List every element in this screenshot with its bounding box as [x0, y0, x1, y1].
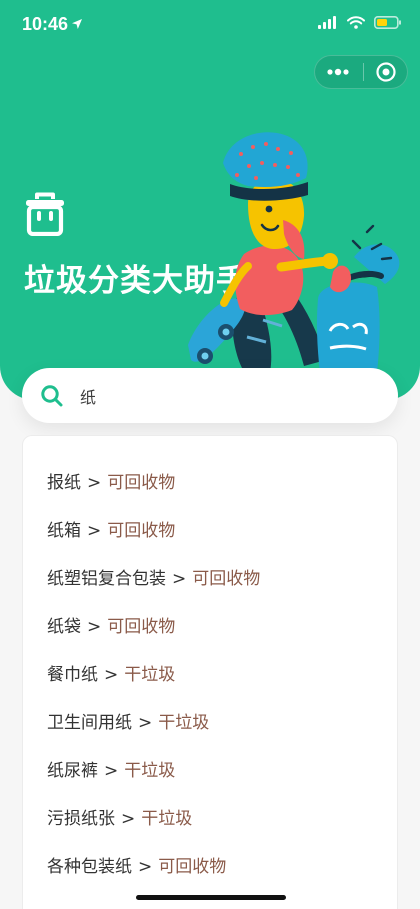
item-name: 报纸 [47, 473, 81, 493]
item-name: 纸袋 [47, 617, 81, 637]
item-name: 各种包装纸 [47, 857, 132, 877]
status-indicators [318, 16, 402, 29]
signal-icon [318, 16, 336, 29]
status-bar: 10:46 [0, 0, 420, 48]
item-category: 可回收物 [192, 569, 261, 589]
item-category: 干垃圾 [158, 713, 210, 733]
item-category: 可回收物 [107, 473, 176, 493]
separator: > [87, 617, 102, 637]
separator: > [172, 569, 187, 589]
item-category: 可回收物 [107, 617, 176, 637]
item-category: 干垃圾 [124, 761, 176, 781]
header-banner: 10:46 垃圾分类大助手 [0, 0, 420, 400]
item-name: 污损纸张 [47, 809, 115, 829]
item-name: 纸箱 [47, 521, 81, 541]
mini-program-capsule [314, 55, 408, 89]
search-bar[interactable] [22, 368, 398, 423]
item-category: 可回收物 [158, 857, 227, 877]
item-name: 纸塑铝复合包装 [47, 569, 166, 589]
separator: > [87, 521, 102, 541]
more-icon[interactable] [325, 65, 351, 79]
separator: > [121, 809, 136, 829]
result-item[interactable]: 纸袋 > 可回收物 [47, 606, 397, 654]
result-item[interactable]: 纸箱 > 可回收物 [47, 510, 397, 558]
wifi-icon [347, 16, 365, 29]
result-item[interactable]: 各种包装纸 > 可回收物 [47, 846, 397, 894]
separator: > [138, 857, 153, 877]
location-arrow-icon [72, 19, 82, 29]
search-input[interactable] [78, 385, 382, 406]
item-name: 卫生间用纸 [47, 713, 132, 733]
home-indicator [136, 895, 286, 900]
capsule-divider [362, 63, 364, 81]
item-name: 纸尿裤 [47, 761, 98, 781]
separator: > [104, 761, 119, 781]
result-item[interactable]: 纸尿裤 > 干垃圾 [47, 750, 397, 798]
character-illustration [188, 132, 400, 373]
item-category: 干垃圾 [141, 809, 193, 829]
result-item[interactable]: 卫生间用纸 > 干垃圾 [47, 702, 397, 750]
battery-icon [374, 16, 401, 29]
separator: > [87, 473, 102, 493]
result-item[interactable]: 报纸 > 可回收物 [47, 462, 397, 510]
close-target-icon[interactable] [375, 61, 397, 83]
status-time: 10:46 [22, 14, 69, 34]
trash-can-icon [26, 192, 64, 236]
separator: > [138, 713, 153, 733]
search-icon [41, 384, 63, 406]
result-item[interactable]: 污损纸张 > 干垃圾 [47, 798, 397, 846]
item-name: 餐巾纸 [47, 665, 98, 685]
separator: > [104, 665, 119, 685]
result-item[interactable]: 餐巾纸 > 干垃圾 [47, 654, 397, 702]
result-item[interactable]: 纸塑铝复合包装 > 可回收物 [47, 558, 397, 606]
results-list: 报纸 > 可回收物 纸箱 > 可回收物 纸塑铝复合包装 > 可回收物 纸袋 > 可回收物 餐巾纸… [23, 436, 397, 894]
results-card: 报纸 > 可回收物 纸箱 > 可回收物 纸塑铝复合包装 > 可回收物 纸袋 > 可回收物 餐巾纸… [22, 435, 398, 909]
item-category: 干垃圾 [124, 665, 176, 685]
item-category: 可回收物 [107, 521, 176, 541]
